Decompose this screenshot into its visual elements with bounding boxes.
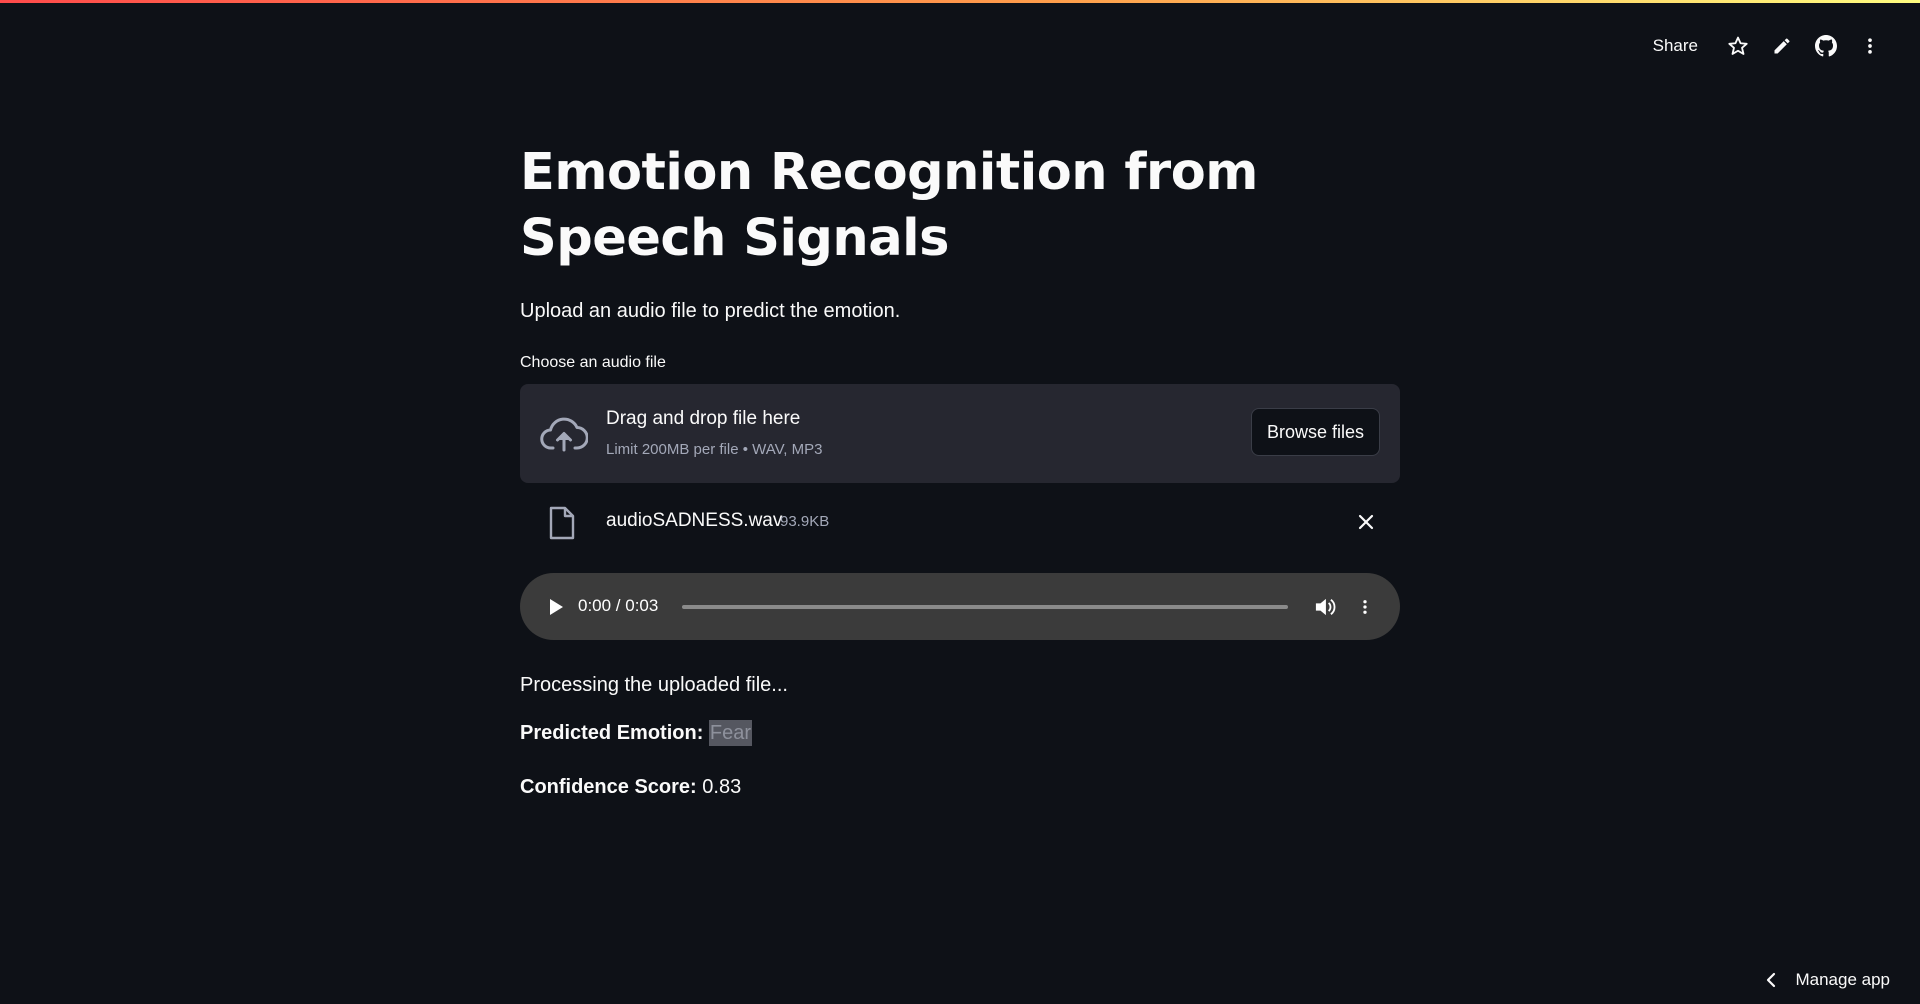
processing-status: Processing the uploaded file...: [520, 674, 788, 696]
confidence-score-value: 0.83: [702, 776, 742, 798]
page-subtitle: Upload an audio file to predict the emot…: [520, 300, 901, 322]
top-decoration-stripe: [0, 0, 1920, 3]
uploader-label: Choose an audio file: [520, 354, 666, 371]
predicted-emotion-label: Predicted Emotion:: [520, 722, 704, 744]
more-vertical-icon[interactable]: [1848, 26, 1892, 66]
dropzone-title: Drag and drop file here: [606, 408, 801, 429]
manage-app-label: Manage app: [1795, 970, 1890, 989]
share-button[interactable]: Share: [1641, 28, 1710, 64]
volume-icon[interactable]: [1312, 594, 1338, 620]
cloud-upload-icon: [540, 414, 589, 459]
audio-player: 0:00 / 0:03: [520, 573, 1400, 640]
confidence-score-label: Confidence Score:: [520, 776, 697, 798]
star-icon[interactable]: [1716, 26, 1760, 66]
chevron-left-icon: [1765, 972, 1777, 988]
uploaded-file-name: audioSADNESS.wav: [606, 510, 783, 531]
page-title: Emotion Recognition from Speech Signals: [520, 143, 1258, 268]
pencil-icon[interactable]: [1760, 26, 1804, 66]
uploaded-file-row: audioSADNESS.wav 93.9KB: [520, 500, 1400, 546]
predicted-emotion-line: Predicted Emotion: Fear: [520, 720, 753, 746]
audio-time-display: 0:00 / 0:03: [578, 596, 659, 615]
app-toolbar: Share: [1641, 26, 1892, 66]
audio-progress-bar[interactable]: [682, 605, 1288, 609]
confidence-score-line: Confidence Score: 0.83: [520, 776, 741, 799]
github-icon[interactable]: [1804, 26, 1848, 66]
file-icon: [548, 506, 576, 545]
manage-app-button[interactable]: Manage app: [1765, 970, 1890, 990]
browse-files-button[interactable]: Browse files: [1250, 408, 1380, 456]
file-dropzone[interactable]: Drag and drop file here Limit 200MB per …: [520, 384, 1400, 483]
dropzone-limit-text: Limit 200MB per file • WAV, MP3: [606, 441, 823, 458]
player-more-vertical-icon[interactable]: [1352, 594, 1378, 620]
predicted-emotion-value: Fear: [708, 720, 753, 746]
close-icon[interactable]: [1354, 510, 1378, 534]
uploaded-file-size: 93.9KB: [780, 513, 830, 530]
play-icon[interactable]: [542, 593, 570, 621]
